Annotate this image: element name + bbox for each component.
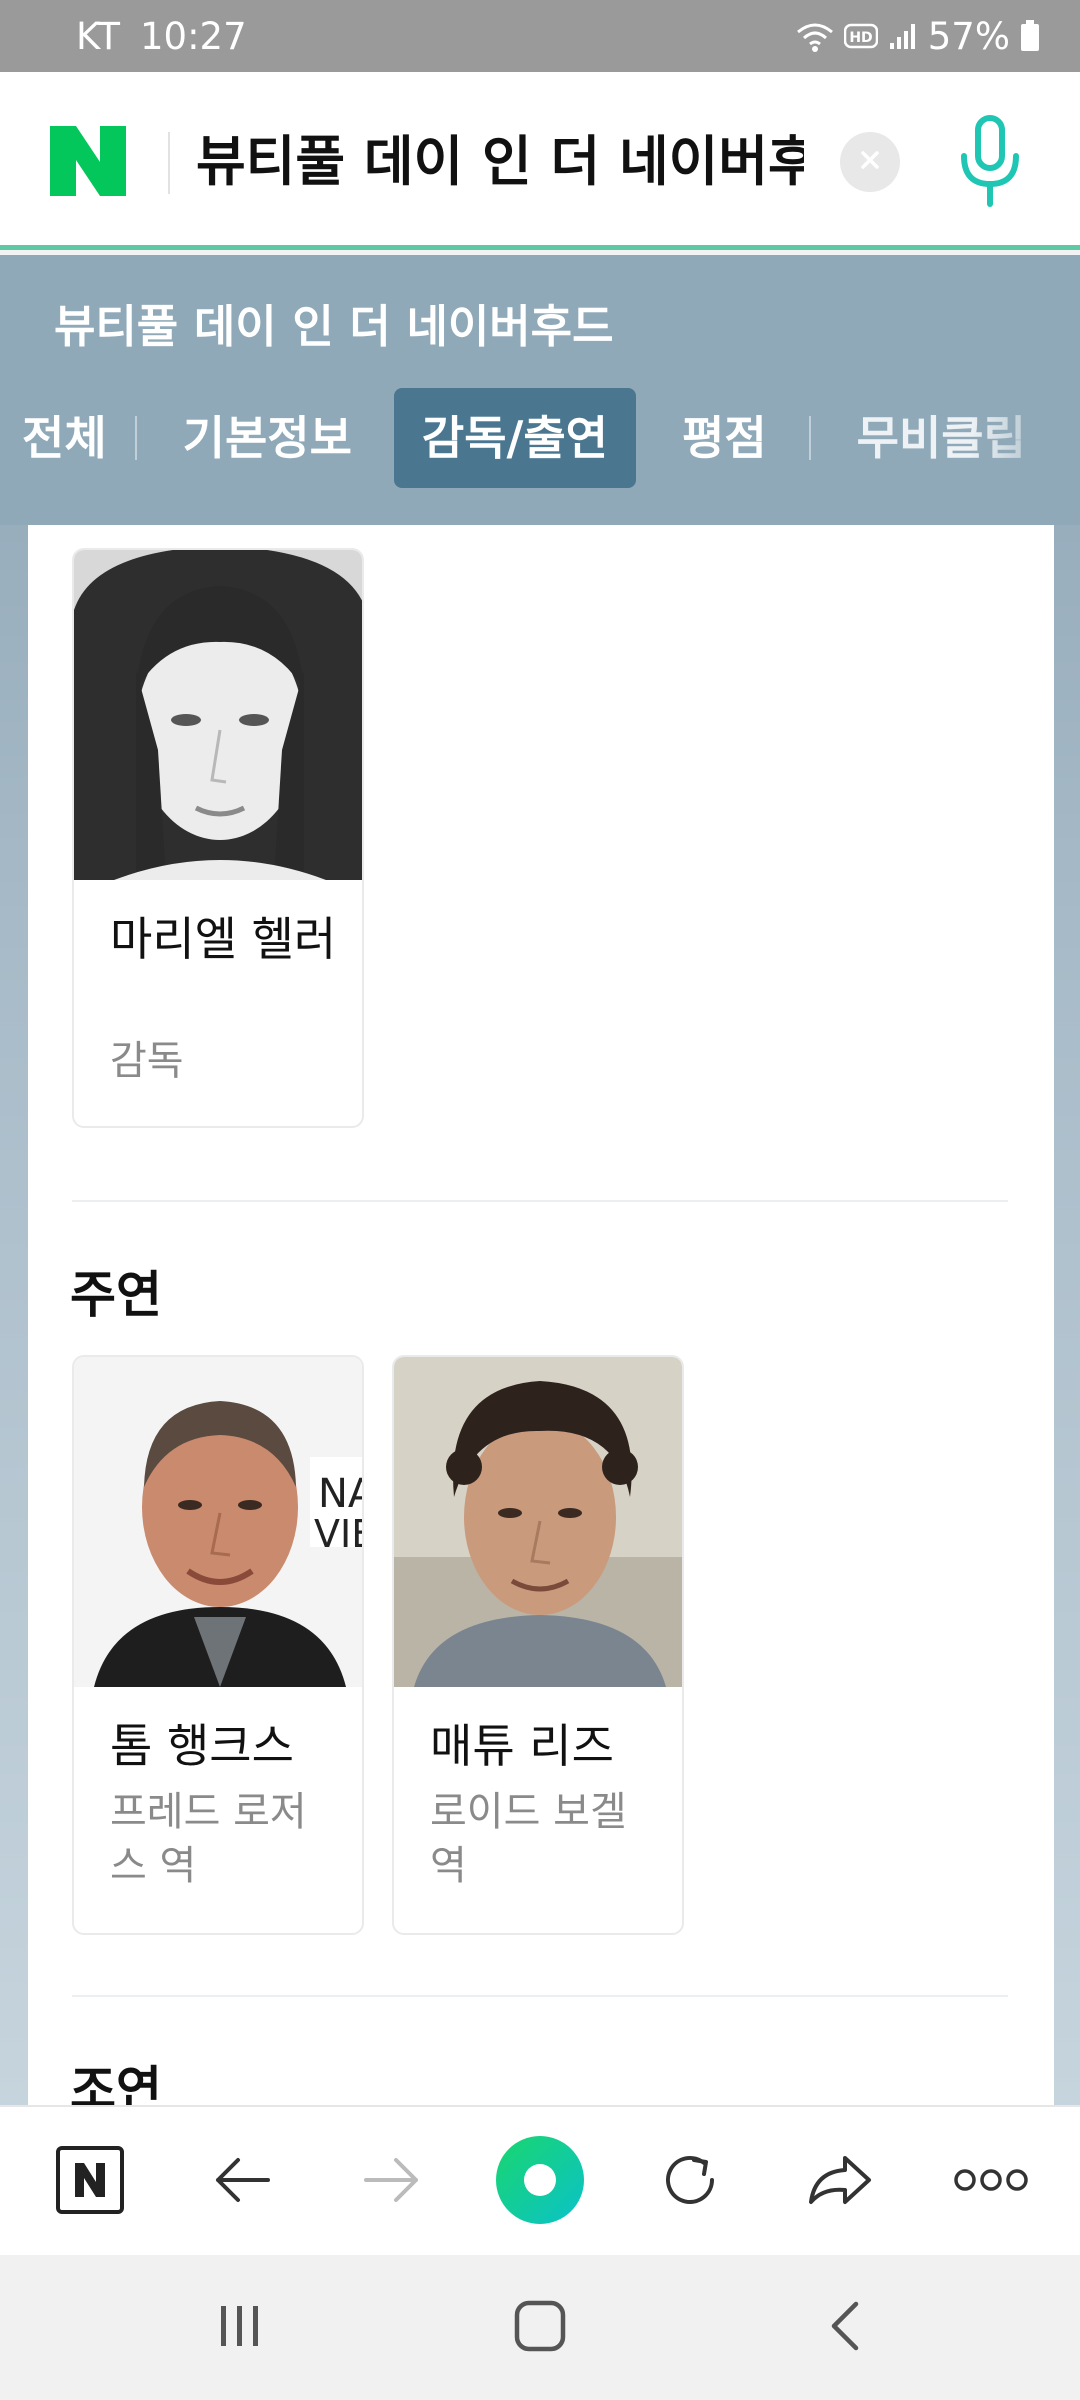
- svg-text:NA: NA: [318, 1471, 364, 1517]
- system-back-button[interactable]: [806, 2255, 886, 2400]
- battery-percent: 57%: [927, 14, 1010, 58]
- hd-icon: HD: [843, 22, 878, 50]
- cast-photo: NA VIE: [74, 1357, 364, 1687]
- cast-photo: [394, 1357, 682, 1687]
- system-nav-bar: [0, 2255, 1080, 2400]
- home-button[interactable]: [500, 2255, 580, 2400]
- search-header: 뷰티풀 데이 인 더 네이버후드: [0, 72, 1080, 250]
- search-input[interactable]: 뷰티풀 데이 인 더 네이버후드: [196, 122, 804, 202]
- tab-all[interactable]: 전체: [0, 388, 135, 488]
- director-name: 마리엘 헬러: [110, 912, 337, 966]
- director-role: 감독: [110, 1038, 184, 1084]
- cast-card-tom-hanks[interactable]: NA VIE 톰 행크스 프레드 로저스 역: [72, 1355, 364, 1935]
- director-photo: [74, 550, 362, 880]
- cast-name: 톰 행크스: [110, 1719, 294, 1773]
- green-dot-icon: [494, 2134, 586, 2230]
- clear-button[interactable]: [840, 132, 900, 192]
- carrier-label: KT: [76, 14, 120, 58]
- share-icon: [805, 2150, 875, 2214]
- status-bar: KT 10:27 HD 57%: [0, 0, 1080, 72]
- mic-button[interactable]: [950, 112, 1030, 212]
- recent-apps-button[interactable]: [200, 2255, 280, 2400]
- svg-text:VIE: VIE: [314, 1512, 364, 1556]
- tab-basic-info[interactable]: 기본정보: [137, 388, 394, 488]
- wifi-icon: [796, 20, 834, 52]
- tab-rating[interactable]: 평점: [636, 388, 809, 488]
- main-cast-heading: 주연: [70, 1266, 162, 1324]
- cast-role: 프레드 로저스 역: [110, 1789, 307, 1889]
- refresh-icon: [658, 2148, 722, 2216]
- cast-panel: 마리엘 헬러 감독 주연 NA VIE 톰 행크스 프레드 로저스 역: [28, 525, 1054, 2119]
- signal-icon: [888, 21, 918, 51]
- refresh-button[interactable]: [648, 2107, 732, 2257]
- tab-director-cast[interactable]: 감독/출연: [393, 388, 637, 488]
- green-dot-button[interactable]: [490, 2107, 590, 2257]
- cast-name: 매튜 리즈: [430, 1719, 614, 1773]
- forward-icon: [362, 2155, 422, 2209]
- more-button[interactable]: [946, 2107, 1036, 2257]
- naver-home-button[interactable]: [48, 2107, 132, 2257]
- naver-home-icon: [55, 2145, 125, 2219]
- battery-icon: [1020, 20, 1040, 52]
- section-divider: [72, 1200, 1008, 1202]
- home-icon: [514, 2300, 566, 2356]
- cast-role: 로이드 보겔 역: [430, 1789, 627, 1889]
- chevron-left-icon: [826, 2300, 866, 2356]
- clock: 10:27: [140, 14, 247, 58]
- svg-text:HD: HD: [849, 30, 872, 46]
- forward-button[interactable]: [350, 2107, 434, 2257]
- more-icon: [953, 2168, 1029, 2196]
- share-button[interactable]: [798, 2107, 882, 2257]
- recent-apps-icon: [215, 2304, 265, 2352]
- mic-icon: [950, 115, 1030, 216]
- cast-card-matthew-rhys[interactable]: 매튜 리즈 로이드 보겔 역: [392, 1355, 684, 1935]
- browser-toolbar: [0, 2105, 1080, 2255]
- clear-icon: [858, 148, 882, 176]
- director-card[interactable]: 마리엘 헬러 감독: [72, 548, 364, 1128]
- section-divider: [72, 1995, 1008, 1997]
- tab-fade: [970, 388, 1080, 488]
- naver-logo[interactable]: [50, 126, 126, 196]
- movie-title: 뷰티풀 데이 인 더 네이버후드: [54, 300, 614, 353]
- back-icon: [212, 2155, 272, 2209]
- back-button[interactable]: [200, 2107, 284, 2257]
- tab-bar: 전체 기본정보 감독/출연 평점 무비클립: [0, 388, 1080, 488]
- header-divider: [168, 132, 170, 194]
